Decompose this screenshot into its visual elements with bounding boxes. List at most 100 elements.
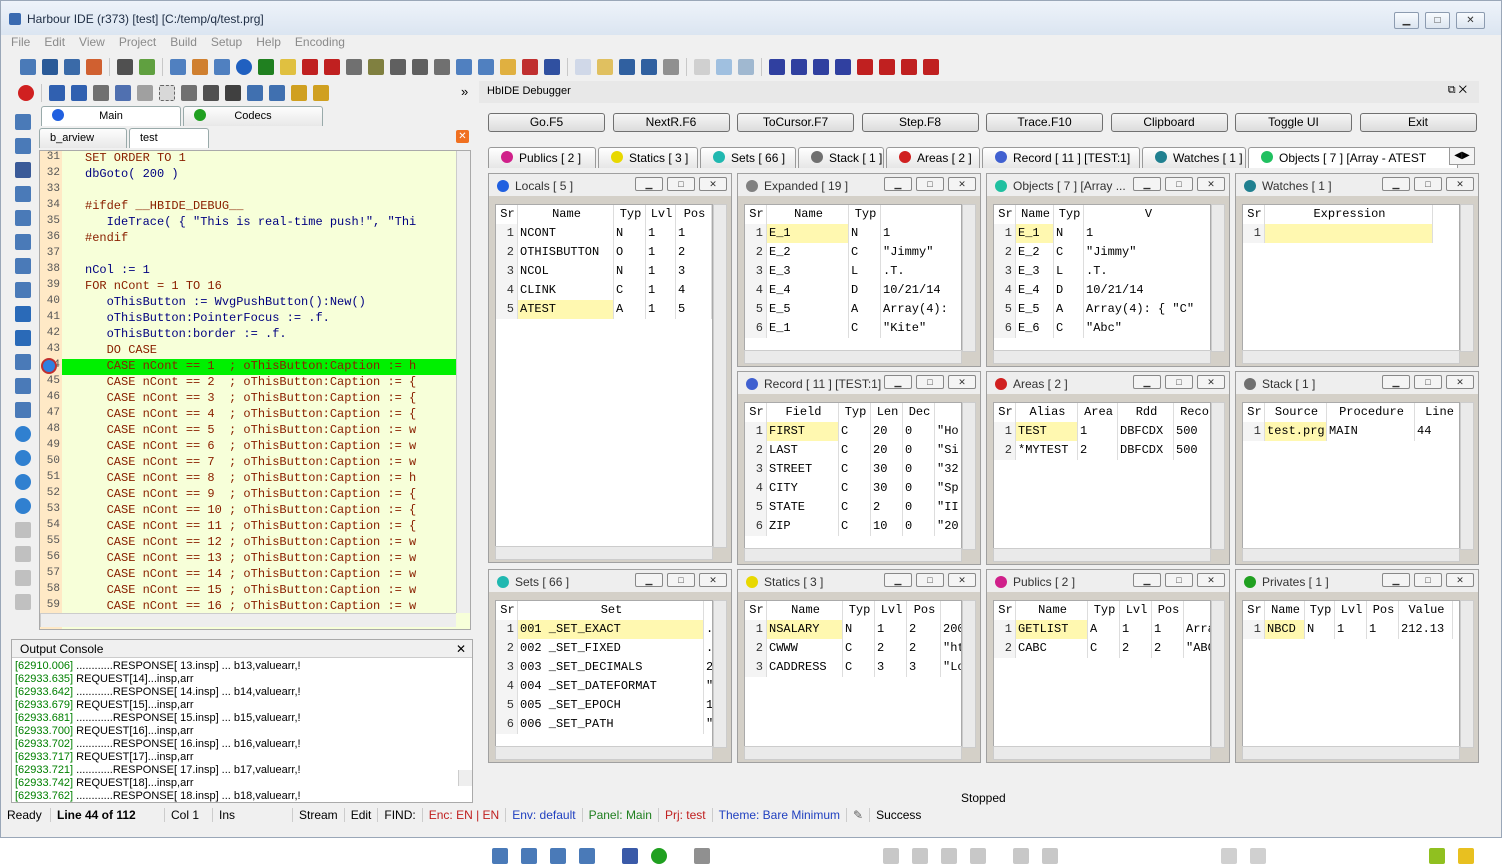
panel-restore-icon[interactable]: □	[1414, 573, 1442, 587]
grid-row[interactable]: 4 CLINK C 1 4	[496, 281, 712, 300]
grid-row[interactable]: 5 E_5 A Array(4): { "C"	[994, 300, 1210, 319]
sidebar-split-icon[interactable]	[15, 138, 31, 154]
binary2-icon[interactable]	[791, 59, 807, 75]
grid-row[interactable]: 1 test.prg MAIN 44	[1243, 422, 1459, 441]
output-close-icon[interactable]: ✕	[456, 642, 466, 656]
binary3-icon[interactable]	[835, 59, 851, 75]
grid-row[interactable]: 2 E_2 C "Jimmy"	[994, 243, 1210, 262]
panel-restore-icon[interactable]: □	[916, 375, 944, 389]
debugger-tile-icon[interactable]	[579, 848, 595, 864]
grid-column-header[interactable]: V	[1084, 205, 1210, 224]
sidebar-expand-icon[interactable]	[15, 234, 31, 250]
menu-item-project[interactable]: Project	[119, 35, 156, 49]
grid-column-header[interactable]: Pos	[1367, 601, 1399, 620]
harbour-help-icon[interactable]	[258, 59, 274, 75]
grid-row[interactable]: 2 *MYTEST 2 DBFCDX 500	[994, 441, 1210, 460]
panel-horizontal-scrollbar[interactable]	[993, 548, 1211, 562]
function-icon[interactable]	[302, 59, 318, 75]
panel-vertical-scrollbar[interactable]	[962, 204, 976, 352]
menu-item-build[interactable]: Build	[170, 35, 197, 49]
debugger-back-icon[interactable]	[1429, 848, 1445, 864]
grid-column-header[interactable]: Lvl	[1335, 601, 1367, 620]
debugger-save-icon[interactable]	[622, 848, 638, 864]
window-icon[interactable]	[478, 59, 494, 75]
sidebar-window-icon[interactable]	[15, 114, 31, 130]
close-project-icon[interactable]	[64, 59, 80, 75]
debugger-expand-icon[interactable]	[1458, 848, 1474, 864]
sidebar-frame-icon[interactable]	[15, 354, 31, 370]
sidebar-stack-icon[interactable]	[15, 186, 31, 202]
grid-column-header[interactable]: Line	[1415, 403, 1459, 422]
sidebar-doc-icon[interactable]	[15, 594, 31, 610]
close-editor-icon[interactable]: ✕	[456, 130, 469, 143]
code-line[interactable]: 35 IdeTrace( { "This is real-time push!"…	[40, 215, 460, 231]
sidebar-forward-icon[interactable]	[15, 546, 31, 562]
grid-column-header[interactable]: Typ	[849, 205, 881, 224]
debugger-add-icon[interactable]	[912, 848, 928, 864]
grid-column-header[interactable]: Typ	[1088, 601, 1120, 620]
grid-column-header[interactable]: Typ	[1054, 205, 1084, 224]
grid-column-header[interactable]: Field	[767, 403, 839, 422]
code-line[interactable]: 57 CASE nCont == 14 ; oThisButton:Captio…	[40, 567, 460, 583]
grid-column-header[interactable]: Lvl	[646, 205, 676, 224]
print-icon[interactable]	[663, 59, 679, 75]
panel-horizontal-scrollbar[interactable]	[993, 350, 1211, 364]
code-line[interactable]: 38 nCol := 1	[40, 263, 460, 279]
build-icon[interactable]	[139, 59, 155, 75]
tab-scroll-arrows-icon[interactable]: ◀▶	[1449, 147, 1475, 165]
grid-row[interactable]: 5 005 _SET_EPOCH 1	[496, 696, 712, 715]
debugger-layout-icon[interactable]	[492, 848, 508, 864]
debugger-cascade-icon[interactable]	[550, 848, 566, 864]
grid-row[interactable]: 5 ATEST A 1 5	[496, 300, 712, 319]
panel-minimize-icon[interactable]: ▁	[884, 177, 912, 191]
panel-vertical-scrollbar[interactable]	[962, 402, 976, 550]
panel-grid[interactable]: Sr Name Typ Lvl Pos Value 1 NBCD N 1 1 212.13	[1242, 600, 1460, 748]
function-list-icon[interactable]	[324, 59, 340, 75]
grid-column-header[interactable]: Typ	[1305, 601, 1335, 620]
grid-column-header[interactable]: Alias	[1016, 403, 1078, 422]
grid-column-header[interactable]: Sr	[1243, 403, 1265, 422]
menu-item-encoding[interactable]: Encoding	[295, 35, 345, 49]
binary-icon[interactable]	[769, 59, 785, 75]
tag-icon[interactable]	[291, 85, 307, 101]
panel-grid[interactable]: Sr Name Typ V 1 E_1 N 1 2 E_2 C "Jimmy" 3 E_3 L .T. 4 E_4…	[993, 204, 1211, 352]
panel-grid[interactable]: Sr Alias Area Rdd Reco 1 TEST 1 DBFCDX 500 2 *MYTES…	[993, 402, 1211, 550]
panel-vertical-scrollbar[interactable]	[1460, 600, 1474, 748]
grid-row[interactable]: 1 NCONT N 1 1	[496, 224, 712, 243]
debugger-button-exit[interactable]: Exit	[1359, 113, 1477, 132]
open-file-icon[interactable]	[597, 59, 613, 75]
tab-main[interactable]: Main	[41, 106, 181, 126]
code-line[interactable]: 36 #endif	[40, 231, 460, 247]
debugger-tab-statics[interactable]: Statics [ 3 ]	[598, 147, 698, 168]
code-line[interactable]: 46 CASE nCont == 3 ; oThisButton:Caption…	[40, 391, 460, 407]
panel-grid[interactable]: Sr Expression 1	[1242, 204, 1460, 352]
panel-minimize-icon[interactable]: ▁	[1382, 375, 1410, 389]
save-file-icon[interactable]	[619, 59, 635, 75]
debugger-button-tocursor-f7[interactable]: ToCursor.F7	[737, 113, 854, 132]
grid-column-header[interactable]: Set	[518, 601, 704, 620]
panel-horizontal-scrollbar[interactable]	[495, 546, 713, 560]
notes-icon[interactable]	[280, 59, 296, 75]
code-line[interactable]: 43 DO CASE	[40, 343, 460, 359]
code-line[interactable]: 45 CASE nCont == 2 ; oThisButton:Caption…	[40, 375, 460, 391]
panel-grid[interactable]: Sr Source Procedure Line 1 test.prg MAIN 44	[1242, 402, 1460, 550]
brick2-icon[interactable]	[901, 59, 917, 75]
panel-vertical-scrollbar[interactable]	[1211, 600, 1225, 748]
panel-horizontal-scrollbar[interactable]	[744, 548, 962, 562]
panel-horizontal-scrollbar[interactable]	[495, 746, 713, 760]
grid-column-header[interactable]	[1184, 601, 1210, 620]
report-icon[interactable]	[390, 59, 406, 75]
panel-restore-icon[interactable]: □	[1165, 573, 1193, 587]
panel-grid[interactable]: Sr Set 1 001 _SET_EXACT. 2 002 _SET_FIXED. 3 00…	[495, 600, 713, 748]
grid-row[interactable]: 1 001 _SET_EXACT.	[496, 620, 712, 639]
panel-restore-icon[interactable]: □	[916, 573, 944, 587]
panel-restore-icon[interactable]: □	[1165, 177, 1193, 191]
grid-row[interactable]: 1GETLISTA11Arra	[994, 620, 1210, 639]
grid-row[interactable]: 3 003 _SET_DECIMALS 2	[496, 658, 712, 677]
grid-column-header[interactable]: Sr	[745, 205, 767, 224]
paste-icon[interactable]	[137, 85, 153, 101]
grid-row[interactable]: 2CWWWC22"ht	[745, 639, 961, 658]
sidebar-zoom-in-icon[interactable]	[15, 474, 31, 490]
form-icon[interactable]	[412, 59, 428, 75]
grid-row[interactable]: 5 STATE C 2 0 "II	[745, 498, 961, 517]
